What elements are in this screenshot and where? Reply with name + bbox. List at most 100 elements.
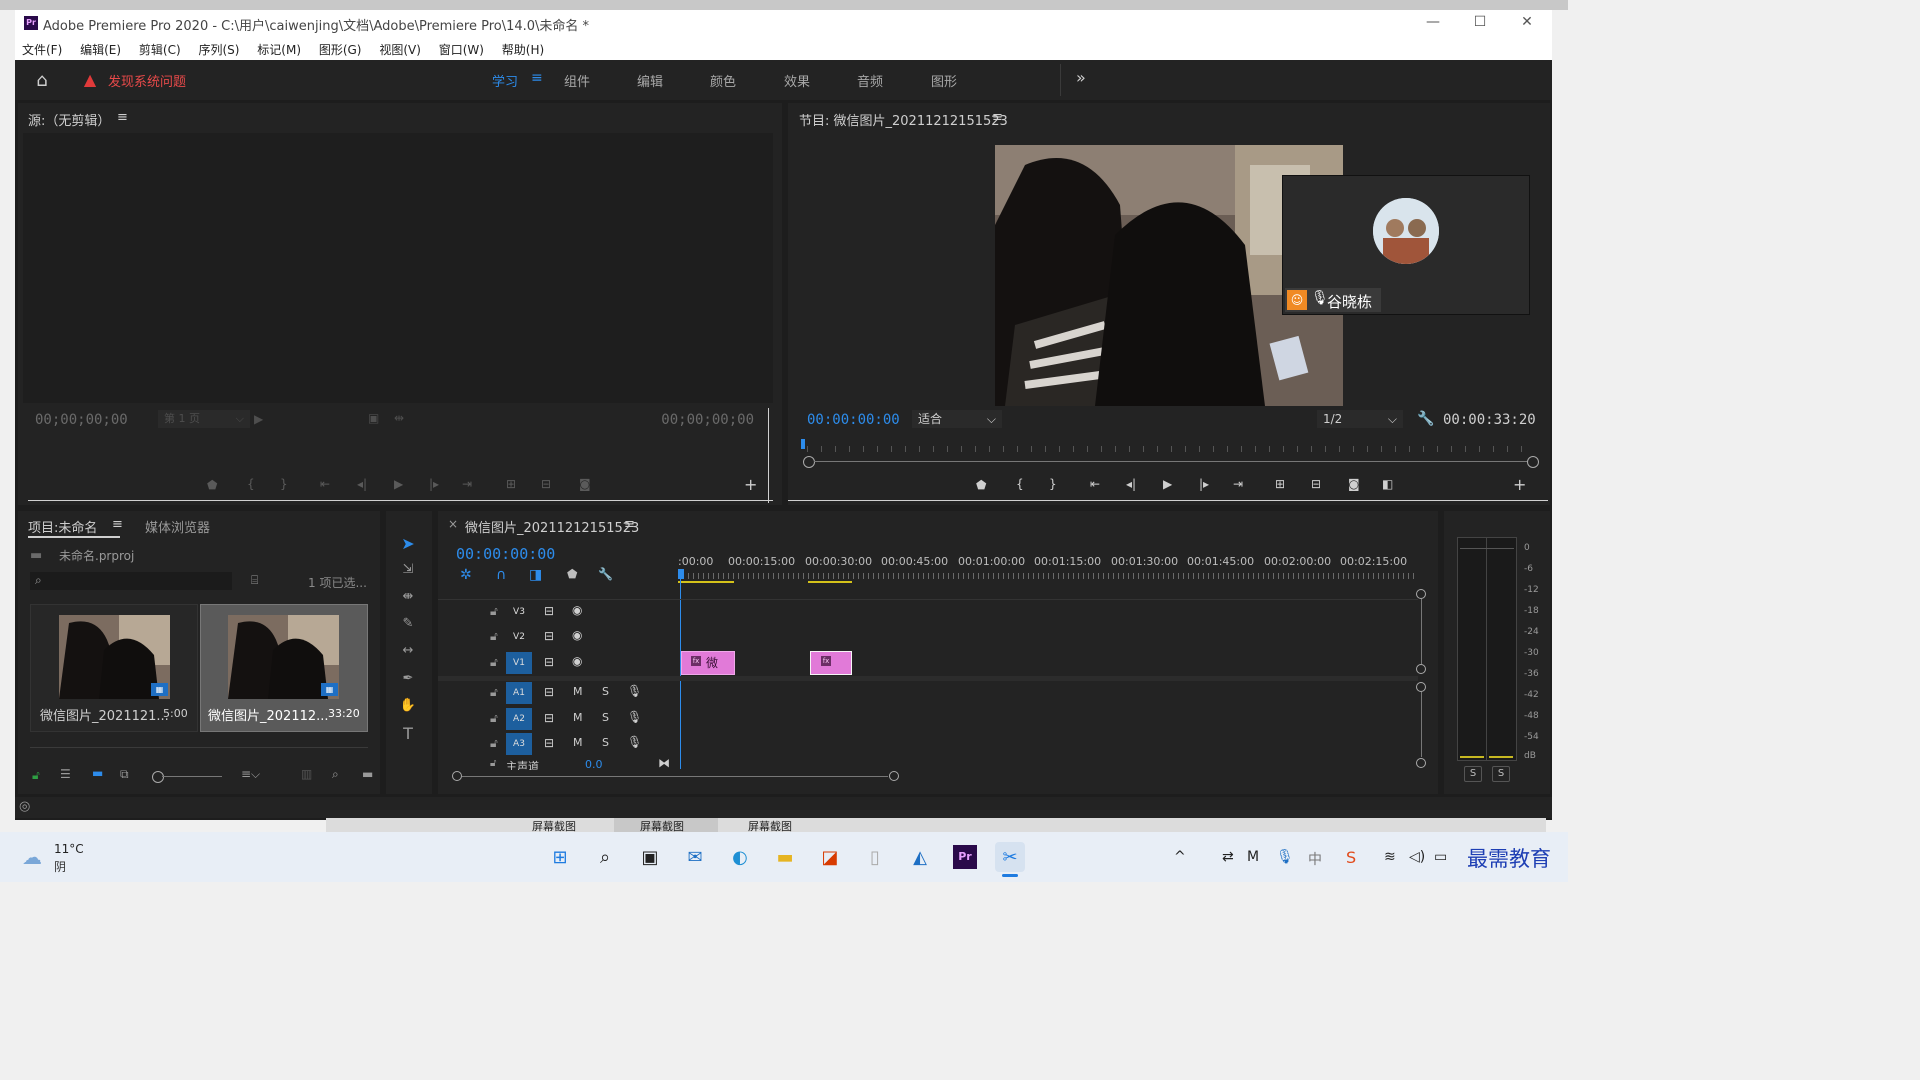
fit-select[interactable]: 适合 ⌵ xyxy=(912,410,1002,428)
v-scroll-handle[interactable] xyxy=(1416,664,1426,674)
minimize-button[interactable]: — xyxy=(1418,14,1448,34)
weather-temperature[interactable]: 11°C xyxy=(54,842,84,856)
tab-graphics[interactable]: 图形 xyxy=(931,71,957,90)
edge-browser-icon[interactable]: ◐ xyxy=(725,842,755,872)
program-timecode[interactable]: 00:00:00:00 xyxy=(807,412,900,428)
lock-icon[interactable]: 🔓︎ xyxy=(490,758,496,769)
time-ruler[interactable]: :00:00 00:00:15:00 00:00:30:00 00:00:45:… xyxy=(678,555,1418,585)
insert-icon[interactable]: ⊞ xyxy=(506,477,516,491)
lift-icon[interactable]: ⊞ xyxy=(1275,477,1285,491)
zoom-handle-left[interactable] xyxy=(803,456,815,468)
menu-view[interactable]: 视图(V) xyxy=(372,38,428,58)
tab-project[interactable]: 项目:未命名 xyxy=(28,517,97,536)
mute-button[interactable]: M xyxy=(573,685,583,698)
mark-in-icon[interactable]: { xyxy=(1016,477,1024,491)
razor-tool-icon[interactable]: ✎ xyxy=(396,611,420,635)
track-target-a3[interactable]: A3 xyxy=(506,733,532,755)
v-scroll-handle[interactable] xyxy=(1416,589,1426,599)
v-scroll-handle[interactable] xyxy=(1416,758,1426,768)
volume-icon[interactable]: ◁) xyxy=(1409,849,1425,865)
pen-tool-icon[interactable]: ✒ xyxy=(396,666,420,690)
menu-graphics[interactable]: 图形(G) xyxy=(312,38,369,58)
mail-icon[interactable]: ✉ xyxy=(680,842,710,872)
resolution-select[interactable]: 1/2 ⌵ xyxy=(1317,410,1403,428)
zoom-handle-right[interactable] xyxy=(1527,456,1539,468)
wrench-icon[interactable]: 🔧 xyxy=(1417,411,1434,427)
start-windows-icon[interactable]: ⊞ xyxy=(545,842,575,872)
tab-assembly[interactable]: 组件 xyxy=(564,71,590,90)
mute-button[interactable]: M xyxy=(573,711,583,724)
system-issue-link[interactable]: 发现系统问题 xyxy=(108,71,186,90)
tab-learn-menu-icon[interactable]: ≡ xyxy=(531,70,543,86)
meter-solo-left-button[interactable]: S xyxy=(1464,766,1482,782)
tab-audio[interactable]: 音频 xyxy=(857,71,883,90)
program-scrub-bar[interactable] xyxy=(788,500,1548,501)
search-icon[interactable]: ⌕ xyxy=(590,842,620,872)
battery-icon[interactable]: ▭ xyxy=(1434,849,1447,865)
tray-app-icon[interactable]: ⇄ xyxy=(1222,849,1234,865)
tray-chevron-up-icon[interactable]: ^ xyxy=(1174,849,1186,865)
snap-icon[interactable]: ∩ xyxy=(496,567,506,583)
type-tool-icon[interactable]: T xyxy=(396,721,420,745)
office-icon[interactable]: ◪ xyxy=(815,842,845,872)
photos-icon[interactable]: ◭ xyxy=(905,842,935,872)
source-monitor-title[interactable]: 源:（无剪辑） xyxy=(28,110,110,129)
extract-icon[interactable]: ⊟ xyxy=(1311,477,1321,491)
snipping-tool-icon[interactable]: ✂ xyxy=(995,842,1025,872)
go-to-out-icon[interactable]: ⇥ xyxy=(1233,477,1243,491)
timeline-playhead-handle[interactable] xyxy=(678,569,684,579)
menu-sequence[interactable]: 序列(S) xyxy=(191,38,246,58)
source-panel-menu-icon[interactable]: ≡ xyxy=(117,110,128,125)
zoom-slider[interactable] xyxy=(162,776,222,777)
file-explorer-icon[interactable]: ▬ xyxy=(770,842,800,872)
home-icon[interactable]: ⌂ xyxy=(29,68,55,92)
add-marker-icon[interactable]: ⬟ xyxy=(567,567,577,581)
v-scroll-audio[interactable] xyxy=(1421,692,1422,757)
sync-lock-icon[interactable]: ⊟ xyxy=(544,604,554,618)
tab-effects[interactable]: 效果 xyxy=(784,71,810,90)
automate-to-sequence-icon[interactable]: ▥ xyxy=(301,767,312,781)
meter-solo-right-button[interactable]: S xyxy=(1492,766,1510,782)
add-button-icon[interactable]: + xyxy=(744,475,757,494)
tray-app-icon[interactable]: S xyxy=(1346,848,1356,867)
source-timecode-in[interactable]: 00;00;00;00 xyxy=(35,412,128,428)
program-zoom-bar[interactable] xyxy=(814,461,1527,462)
menu-help[interactable]: 帮助(H) xyxy=(495,38,551,58)
mark-in-icon[interactable]: { xyxy=(247,477,255,491)
mark-out-icon[interactable]: } xyxy=(280,477,288,491)
slip-tool-icon[interactable]: ↔ xyxy=(396,638,420,662)
list-view-icon[interactable]: ☰ xyxy=(60,767,71,781)
overwrite-icon[interactable]: ⊟ xyxy=(541,477,551,491)
tab-color[interactable]: 颜色 xyxy=(710,71,736,90)
track-target-v2[interactable]: V2 xyxy=(506,626,532,648)
solo-button[interactable]: S xyxy=(602,685,609,698)
go-to-end-icon[interactable]: ⧓ xyxy=(658,758,670,770)
tab-media-browser[interactable]: 媒体浏览器 xyxy=(145,517,210,536)
tab-learn[interactable]: 学习 xyxy=(492,71,518,90)
eye-icon[interactable]: ◉ xyxy=(572,603,582,617)
task-view-icon[interactable]: ▣ xyxy=(635,842,665,872)
more-workspaces-button[interactable]: » xyxy=(1076,68,1086,87)
lock-icon[interactable]: 🔓︎ xyxy=(490,655,498,670)
h-scroll-handle-right[interactable] xyxy=(889,771,899,781)
freeform-view-icon[interactable]: ⧉ xyxy=(120,767,129,782)
mark-out-icon[interactable]: } xyxy=(1049,477,1057,491)
solo-button[interactable]: S xyxy=(602,711,609,724)
selection-tool-icon[interactable]: ➤ xyxy=(396,531,420,555)
sync-icon[interactable]: ◎ xyxy=(19,799,30,814)
close-sequence-button[interactable]: × xyxy=(448,517,458,531)
project-panel-menu-icon[interactable]: ≡ xyxy=(112,517,123,532)
sync-lock-icon[interactable]: ⊟ xyxy=(544,711,554,725)
close-button[interactable]: ✕ xyxy=(1512,14,1542,34)
sort-icon[interactable]: ≡⌵ xyxy=(241,767,260,782)
lock-icon[interactable]: 🔓︎ xyxy=(490,629,498,644)
sequence-tab[interactable]: 微信图片_20211212151523 xyxy=(465,517,639,536)
nest-toggle-icon[interactable]: ✲ xyxy=(460,567,472,583)
menu-edit[interactable]: 编辑(E) xyxy=(73,38,128,58)
track-target-a1[interactable]: A1 xyxy=(506,682,532,704)
h-scroll-bar[interactable] xyxy=(462,776,888,777)
sync-lock-icon[interactable]: ⊟ xyxy=(544,655,554,669)
camera-icon[interactable]: ◙ xyxy=(579,477,591,491)
lock-icon[interactable]: 🔓︎ xyxy=(490,736,498,751)
premiere-pro-taskbar-icon[interactable]: Pr xyxy=(950,842,980,872)
